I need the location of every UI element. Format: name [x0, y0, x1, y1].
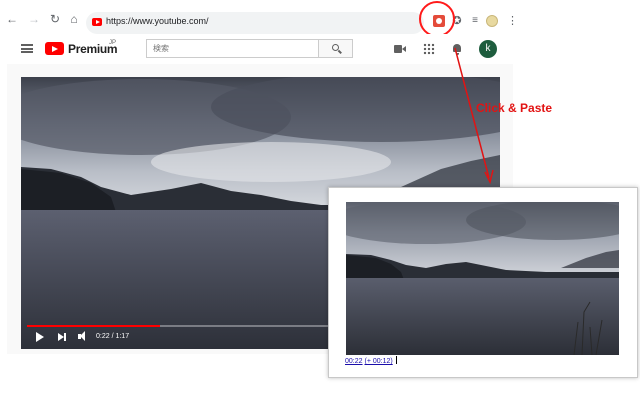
pasted-screenshot — [346, 202, 619, 355]
search-box — [146, 39, 319, 58]
notifications-bell-icon[interactable] — [451, 43, 463, 55]
search-icon — [332, 44, 339, 51]
search-input[interactable] — [147, 40, 318, 57]
search-button[interactable] — [318, 39, 353, 58]
progress-fill — [27, 325, 161, 327]
annotation-label: Click & Paste — [476, 101, 553, 115]
back-icon[interactable]: ← — [5, 12, 19, 26]
paste-popup: 00:22 (+ 00:12) — [328, 187, 638, 378]
volume-icon[interactable] — [78, 331, 90, 343]
address-bar[interactable]: https://www.youtube.com/ — [86, 12, 424, 34]
play-icon[interactable] — [35, 331, 44, 343]
offset-link[interactable]: (+ 00:12) — [364, 358, 392, 365]
url-text: https://www.youtube.com/ — [106, 16, 209, 26]
timestamp-text: 00:22 (+ 00:12) — [345, 356, 397, 365]
home-icon[interactable]: ⌂ — [67, 12, 81, 26]
apps-grid-icon[interactable] — [423, 43, 435, 55]
text-caret — [395, 356, 397, 364]
account-avatar[interactable]: k — [479, 40, 497, 58]
timestamp-link[interactable]: 00:22 — [345, 358, 363, 365]
youtube-header: Premium JP k — [7, 34, 513, 64]
youtube-logo-icon[interactable] — [45, 42, 64, 55]
forward-icon[interactable]: → — [27, 12, 41, 26]
next-icon[interactable] — [58, 331, 68, 343]
create-video-icon[interactable] — [394, 43, 406, 55]
highlight-circle — [419, 1, 455, 37]
media-queue-icon[interactable]: ≡ — [469, 15, 481, 27]
profile-avatar[interactable] — [486, 15, 498, 27]
youtube-favicon — [92, 18, 102, 26]
pasted-lake-image — [346, 202, 619, 355]
browser-toolbar: ← → ↻ ⌂ https://www.youtube.com/ ✪ ≡ ⋮ — [0, 0, 525, 37]
reload-icon[interactable]: ↻ — [48, 12, 62, 26]
menu-icon[interactable] — [21, 44, 33, 53]
more-vert-icon[interactable]: ⋮ — [507, 14, 518, 28]
time-display: 0:22 / 1:17 — [96, 333, 130, 340]
logo-region: JP — [109, 40, 117, 46]
